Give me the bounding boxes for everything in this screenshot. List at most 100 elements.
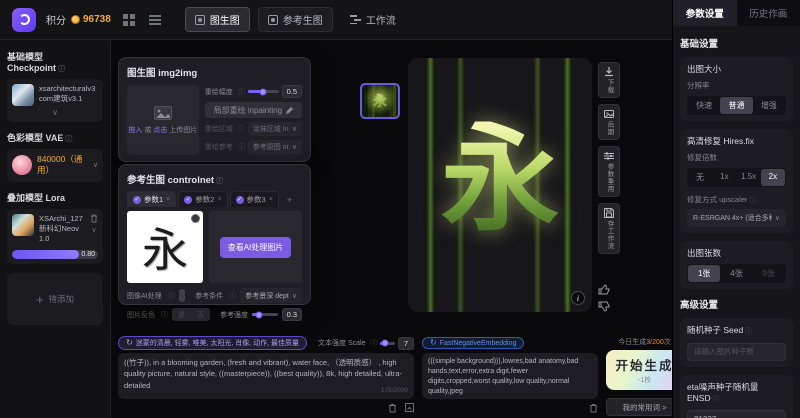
tab-workflow[interactable]: 工作流 [341, 8, 405, 31]
tab-parameters[interactable]: 参数设置 [673, 0, 737, 26]
count-4[interactable]: 4张 [720, 265, 752, 282]
controlnet-tab-2[interactable]: ✓参数2× [178, 191, 227, 207]
controlnet-tab-1[interactable]: ✓参数1× [127, 191, 176, 207]
hires-1x[interactable]: 1x [712, 169, 736, 186]
img2img-panel: 图生图 img2img 拖入 或 点击 上传图片 重绘幅度ⓘ 0.5 局部重绘 [118, 57, 311, 162]
positive-prompt-textarea[interactable]: ((竹子)), in a blooming garden, (fresh and… [118, 353, 414, 399]
app-logo[interactable] [12, 8, 36, 32]
count-9[interactable]: 9张 [753, 265, 785, 282]
hires-none[interactable]: 无 [688, 169, 712, 186]
controlnet-tab-3[interactable]: ✓参数3× [230, 191, 279, 207]
hires-2x[interactable]: 2x [761, 169, 785, 186]
resolution-label: 分辨率 [687, 80, 786, 91]
controlnet-panel-title: 参考生图 controlnetⓘ [119, 165, 310, 190]
thumbs-up-icon[interactable] [598, 284, 610, 295]
inpaint-reference-select[interactable]: 参考原图 or∨ [248, 140, 302, 154]
settings-panel: 参数设置 历史作画 基础设置 出图大小 分辨率 快速 普通 增强 高清修复 Hi… [672, 0, 800, 418]
inpaint-area-label: 重绘区域 [205, 124, 233, 134]
generated-image[interactable]: 永 i [408, 58, 592, 312]
trash-icon[interactable] [388, 403, 397, 413]
strength-label: 参考强度 [220, 310, 248, 320]
add-lora-button[interactable]: + 待添加 [7, 273, 103, 325]
negative-prompt-group: ↻ FastNegativeEmbedding (((simple backgr… [422, 336, 598, 414]
reuse-params-button[interactable]: 参数重用 [598, 146, 620, 197]
ai-process-toggle[interactable]: 是否 [179, 289, 186, 302]
condition-select[interactable]: 参考景深 dept∨ [240, 288, 302, 303]
invert-label: 图片反色 [127, 310, 155, 320]
inpaint-button[interactable]: 局部重绘 inpainting [205, 102, 302, 118]
chevron-down-icon[interactable]: ∨ [93, 161, 98, 169]
batch-count-card: 出图张数 1张 4张 9张 [680, 241, 793, 289]
strength-value[interactable]: 0.3 [282, 308, 302, 321]
checkpoint-card[interactable]: xsarchitecturalv3com建筑v3.1 ∨ [7, 79, 103, 122]
reference-glyph: 永 [142, 214, 188, 280]
controlnet-panel: 参考生图 controlnetⓘ ✓参数1× ✓参数2× ✓参数3× + 永 查… [118, 164, 311, 305]
close-icon[interactable]: × [217, 196, 221, 203]
controlnet-tabs: ✓参数1× ✓参数2× ✓参数3× + [119, 191, 310, 207]
check-icon[interactable]: ✓ [236, 196, 244, 204]
sliders-icon [604, 151, 614, 161]
invert-toggle[interactable]: 是否 [172, 308, 210, 321]
checkpoint-thumbnail [12, 84, 34, 106]
seed-input[interactable] [687, 343, 786, 361]
tab-history[interactable]: 历史作画 [737, 0, 800, 26]
info-icon: ⓘ [238, 87, 245, 97]
result-thumbnail[interactable]: 永 [360, 83, 400, 119]
trash-icon[interactable] [90, 214, 98, 223]
view-ai-processed-button[interactable]: 查看AI处理图片 [220, 237, 292, 258]
thumbs-down-icon[interactable] [598, 301, 610, 312]
download-button[interactable]: 下载 [598, 62, 620, 98]
check-icon[interactable]: ✓ [184, 196, 192, 204]
post-process-button[interactable]: 后期 [598, 104, 620, 140]
tab-controlnet[interactable]: 参考生图 [258, 7, 333, 32]
hires-multiplier-label: 修复倍数 [687, 152, 786, 163]
hires-1-5x[interactable]: 1.5x [737, 169, 761, 186]
mode-tabs: 图生图 参考生图 工作流 [185, 7, 405, 32]
count-1[interactable]: 1张 [688, 265, 720, 282]
image-settings-icon[interactable] [191, 214, 200, 223]
chevron-down-icon: ∨ [775, 214, 780, 222]
strength-slider[interactable] [252, 313, 278, 316]
expand-frame-icon[interactable] [405, 403, 414, 412]
resolution-normal[interactable]: 普通 [720, 97, 752, 114]
check-icon[interactable]: ✓ [133, 196, 141, 204]
save-icon [604, 208, 614, 218]
close-icon[interactable]: × [269, 196, 273, 203]
lora-weight-slider[interactable]: 0.80 [12, 250, 98, 259]
ensd-input[interactable] [687, 410, 786, 418]
close-icon[interactable]: × [166, 196, 170, 203]
refresh-icon[interactable]: ↻ [126, 339, 133, 347]
chevron-down-icon[interactable]: ∨ [12, 109, 98, 117]
chevron-down-icon[interactable]: ∨ [91, 226, 96, 234]
inpaint-area-select[interactable]: 涂抹区域 In∨ [248, 122, 302, 136]
menu-icon[interactable] [147, 12, 163, 28]
refresh-icon[interactable]: ↻ [430, 339, 437, 347]
model-sidebar: 基础模型 Checkpointⓘ xsarchitecturalv3com建筑v… [0, 40, 111, 418]
condition-label: 参考条件 [195, 291, 223, 301]
vae-card[interactable]: 840000（通用） ∨ [7, 149, 103, 182]
trash-icon[interactable] [589, 403, 598, 413]
thumbnail-glyph: 永 [362, 85, 398, 117]
grid-view-icon[interactable] [121, 12, 137, 28]
controlnet-reference-image[interactable]: 永 [127, 211, 203, 283]
positive-preset-tag[interactable]: ↻ 迷蒙的清晨, 轻雾, 唯美, 太阳光, 肖像, 动作, 最佳质量 [118, 336, 307, 350]
negative-embedding-tag[interactable]: ↻ FastNegativeEmbedding [422, 337, 524, 349]
lora-section-label: 叠加模型 Lora [7, 191, 103, 204]
tab-img2img[interactable]: 图生图 [185, 7, 250, 32]
hires-fix-card: 高清修复 Hires.fix 修复倍数 无 1x 1.5x 2x 修复方式 up… [680, 129, 793, 233]
cfg-scale-slider[interactable] [380, 342, 395, 345]
save-workflow-button[interactable]: 存工作流 [598, 203, 620, 254]
controlnet-add-tab[interactable]: + [281, 193, 298, 207]
cfg-scale-value[interactable]: 7 [398, 337, 414, 350]
controlnet-preview-area: 查看AI处理图片 [209, 211, 302, 283]
image-upload-dropzone[interactable]: 拖入 或 点击 上传图片 [127, 85, 199, 155]
denoise-slider[interactable] [248, 90, 279, 93]
negative-prompt-textarea[interactable]: (((simple background))),lowres,bad anato… [422, 353, 598, 399]
resolution-enhanced[interactable]: 增强 [753, 97, 785, 114]
resolution-fast[interactable]: 快速 [688, 97, 720, 114]
image-info-icon[interactable]: i [571, 291, 585, 305]
hires-title: 高清修复 Hires.fix [687, 135, 786, 147]
lora-card[interactable]: XSArchi_127新科幻Neov1.0 ∨ 0.80 [7, 209, 103, 264]
denoise-value[interactable]: 0.5 [282, 85, 302, 98]
upscaler-select[interactable]: R-ESRGAN 4x+ (适合多种风∨ [687, 209, 786, 227]
